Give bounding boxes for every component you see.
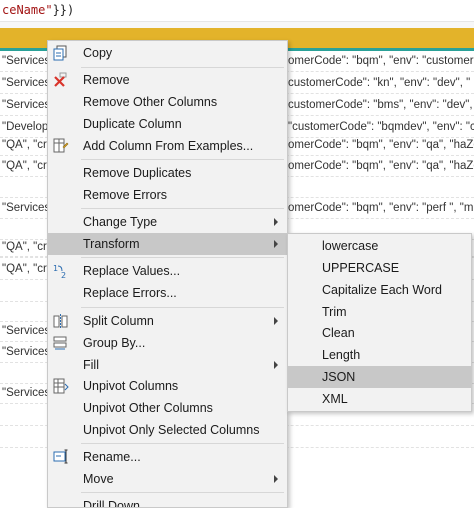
- submenu-arrow-icon: [274, 361, 278, 369]
- formula-text-string: ceName": [2, 3, 53, 17]
- add-column-examples-icon: [52, 138, 70, 154]
- submenu-item-label: UPPERCASE: [322, 261, 400, 275]
- remove-x-icon: [52, 72, 70, 88]
- menu-separator: [81, 307, 284, 308]
- cell-left: "QA", "cre: [2, 139, 54, 151]
- cell-right: customerCode": "kn", "env": "dev", ": [288, 77, 471, 89]
- menu-item-label: Transform: [83, 237, 140, 251]
- cell-right: omerCode": "bqm", "env": "customer: [288, 55, 474, 67]
- menu-item-rename[interactable]: Rename...: [48, 446, 287, 468]
- menu-item-label: Drill Down: [83, 499, 140, 508]
- menu-item-label: Remove: [83, 73, 130, 87]
- copy-icon: [52, 45, 70, 61]
- menu-item-label: Replace Errors...: [83, 286, 177, 300]
- menu-item-remove-other-columns[interactable]: Remove Other Columns: [48, 91, 287, 113]
- formula-bar[interactable]: ceName"}}): [0, 0, 474, 22]
- menu-separator: [81, 492, 284, 493]
- menu-item-add-column-from-examples[interactable]: Add Column From Examples...: [48, 135, 287, 157]
- unpivot-icon: [52, 378, 70, 394]
- submenu-item-label: XML: [322, 392, 348, 406]
- menu-item-remove-duplicates[interactable]: Remove Duplicates: [48, 162, 287, 184]
- submenu-item-xml[interactable]: XML: [288, 388, 471, 410]
- submenu-item-label: Capitalize Each Word: [322, 283, 442, 297]
- submenu-item-json[interactable]: JSON: [288, 366, 471, 388]
- svg-text:1: 1: [53, 264, 58, 273]
- menu-item-label: Copy: [83, 46, 113, 60]
- menu-separator: [81, 443, 284, 444]
- cell-left: "QA", "cre: [2, 263, 54, 275]
- submenu-arrow-icon: [274, 475, 278, 483]
- menu-item-label: Remove Errors: [83, 188, 168, 202]
- cell-left: "QA", "cre: [2, 160, 54, 172]
- rename-icon: [52, 449, 70, 465]
- cell-right: omerCode": "bqm", "env": "qa", "haZo: [288, 160, 474, 172]
- submenu-item-trim[interactable]: Trim: [288, 301, 471, 323]
- menu-item-label: Move: [83, 472, 114, 486]
- menu-item-label: Fill: [83, 358, 99, 372]
- menu-item-label: Duplicate Column: [83, 117, 182, 131]
- menu-item-remove-errors[interactable]: Remove Errors: [48, 184, 287, 206]
- menu-item-remove[interactable]: Remove: [48, 69, 287, 91]
- menu-item-duplicate-column[interactable]: Duplicate Column: [48, 113, 287, 135]
- menu-item-label: Rename...: [83, 450, 141, 464]
- formula-text-close: }}): [52, 3, 75, 17]
- submenu-item-capitalize-each-word[interactable]: Capitalize Each Word: [288, 279, 471, 301]
- menu-item-label: Group By...: [83, 336, 146, 350]
- menu-separator: [81, 257, 284, 258]
- menu-item-unpivot-only-selected-columns[interactable]: Unpivot Only Selected Columns: [48, 419, 287, 441]
- cell-right: omerCode": "bqm", "env": "qa", "haZone: [288, 139, 474, 151]
- submenu-arrow-icon: [274, 317, 278, 325]
- menu-item-replace-values[interactable]: 12 Replace Values...: [48, 260, 287, 282]
- submenu-item-uppercase[interactable]: UPPERCASE: [288, 257, 471, 279]
- group-by-icon: [52, 335, 70, 351]
- menu-separator: [81, 67, 284, 68]
- menu-item-change-type[interactable]: Change Type: [48, 211, 287, 233]
- menu-item-label: Unpivot Other Columns: [83, 401, 213, 415]
- menu-item-label: Remove Other Columns: [83, 95, 218, 109]
- menu-item-drill-down[interactable]: Drill Down: [48, 495, 287, 508]
- menu-item-label: Unpivot Columns: [83, 379, 179, 393]
- split-column-icon: [52, 313, 70, 329]
- submenu-item-length[interactable]: Length: [288, 344, 471, 366]
- cell-left: "QA", "cre: [2, 241, 54, 253]
- submenu-item-clean[interactable]: Clean: [288, 322, 471, 344]
- cell-right: customerCode": "bms", "env": "dev", ": [288, 99, 474, 111]
- menu-item-move[interactable]: Move: [48, 468, 287, 490]
- submenu-item-label: lowercase: [322, 239, 379, 253]
- menu-separator: [81, 208, 284, 209]
- menu-item-label: Remove Duplicates: [83, 166, 192, 180]
- submenu-item-label: Clean: [322, 326, 355, 340]
- submenu-arrow-icon: [274, 218, 278, 226]
- column-context-menu: Copy Remove Remove Other Columns Duplica…: [47, 40, 288, 508]
- menu-item-unpivot-columns[interactable]: Unpivot Columns: [48, 375, 287, 397]
- menu-item-fill[interactable]: Fill: [48, 354, 287, 376]
- svg-text:2: 2: [61, 271, 66, 279]
- menu-separator: [81, 159, 284, 160]
- cell-right: omerCode": "bqm", "env": "perf ", "m: [288, 202, 474, 214]
- submenu-item-label: Trim: [322, 305, 347, 319]
- menu-item-label: Change Type: [83, 215, 158, 229]
- menu-item-split-column[interactable]: Split Column: [48, 310, 287, 332]
- menu-item-label: Unpivot Only Selected Columns: [83, 423, 260, 437]
- submenu-arrow-icon: [274, 240, 278, 248]
- menu-item-label: Replace Values...: [83, 264, 181, 278]
- menu-item-transform[interactable]: Transform: [48, 233, 287, 255]
- transform-submenu: lowercase UPPERCASE Capitalize Each Word…: [287, 233, 472, 412]
- submenu-item-lowercase[interactable]: lowercase: [288, 235, 471, 257]
- menu-item-replace-errors[interactable]: Replace Errors...: [48, 282, 287, 304]
- menu-item-group-by[interactable]: Group By...: [48, 332, 287, 354]
- menu-item-label: Add Column From Examples...: [83, 139, 254, 153]
- submenu-item-label: Length: [322, 348, 361, 362]
- menu-item-label: Split Column: [83, 314, 154, 328]
- menu-item-unpivot-other-columns[interactable]: Unpivot Other Columns: [48, 397, 287, 419]
- replace-values-icon: 12: [52, 263, 70, 280]
- submenu-item-label: JSON: [322, 370, 356, 384]
- menu-item-copy[interactable]: Copy: [48, 42, 287, 64]
